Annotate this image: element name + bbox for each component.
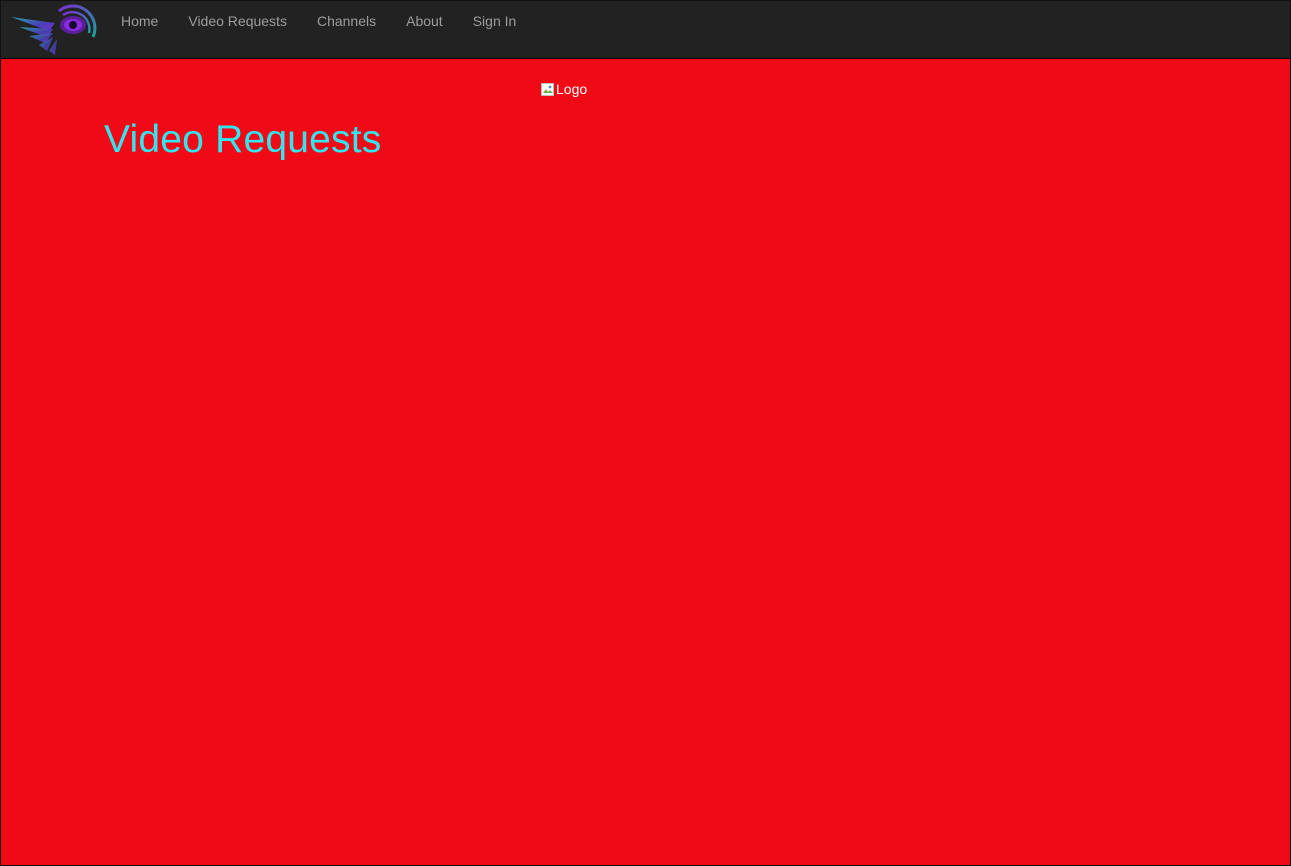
page-title: Video Requests — [104, 118, 382, 161]
nav-video-requests[interactable]: Video Requests — [173, 2, 302, 40]
broken-image-icon — [541, 83, 554, 96]
nav-home[interactable]: Home — [106, 2, 173, 40]
nav-sign-in[interactable]: Sign In — [458, 2, 532, 40]
page-logo-image: Logo — [541, 81, 587, 97]
winged-eye-logo-icon — [11, 4, 97, 55]
top-navbar: Home Video Requests Channels About Sign … — [1, 1, 1290, 59]
main-nav: Home Video Requests Channels About Sign … — [106, 1, 531, 41]
logo-alt-text: Logo — [556, 81, 588, 97]
nav-channels[interactable]: Channels — [302, 2, 391, 40]
app-window: Home Video Requests Channels About Sign … — [0, 0, 1291, 866]
nav-about[interactable]: About — [391, 2, 458, 40]
brand-logo-link[interactable] — [9, 3, 99, 57]
